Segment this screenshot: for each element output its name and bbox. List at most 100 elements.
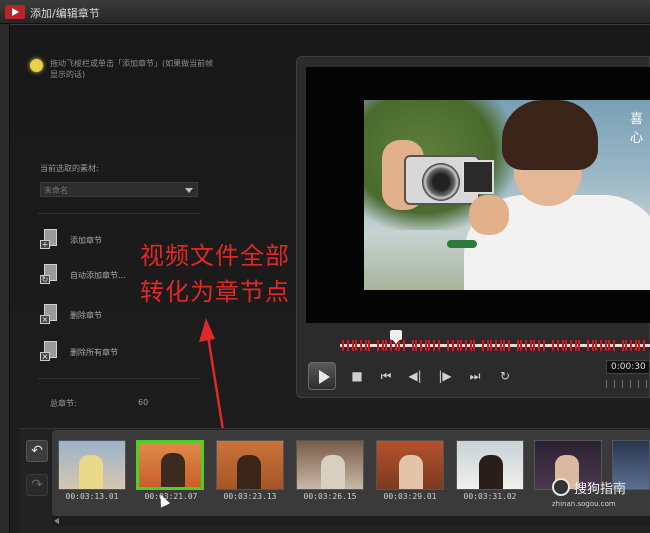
chapter-marker <box>543 340 545 351</box>
chapter-marker <box>643 340 645 351</box>
undo-button[interactable]: ↶ <box>26 440 48 462</box>
delete-chapter-icon: × <box>40 303 62 325</box>
delete-all-chapters-button[interactable]: × 删除所有章节 <box>40 340 190 364</box>
chapter-marker <box>460 340 462 351</box>
chapter-marker <box>503 340 505 351</box>
annotation-arrow-icon <box>199 318 225 431</box>
chapter-time-label: 00:03:21.07 <box>144 492 198 501</box>
chapter-marker <box>587 340 589 351</box>
chapter-marker <box>342 340 344 351</box>
sogou-watermark-url: zhinan.sogou.com <box>552 500 616 508</box>
chapter-marker <box>487 340 489 351</box>
total-chapters-label: 总章节: <box>50 399 77 408</box>
chapter-marker <box>500 340 502 351</box>
chapter-marker <box>425 340 427 351</box>
current-clip-select[interactable]: 未命名 <box>40 182 198 197</box>
chapter-thumbnail[interactable] <box>216 440 284 490</box>
delete-all-chapters-icon: × <box>40 340 62 362</box>
chapter-marker <box>517 340 519 351</box>
chapter-marker <box>575 340 577 351</box>
chapter-marker <box>638 340 640 351</box>
total-chapters-value: 60 <box>138 398 149 407</box>
chapter-marker <box>415 340 417 351</box>
annotation-text-line1: 视频文件全部 <box>140 242 290 270</box>
chapter-marker <box>595 340 597 351</box>
chapter-marker <box>608 340 610 351</box>
divider <box>38 378 200 379</box>
sogou-watermark-name: 搜狗指南 <box>574 482 627 497</box>
horizontal-scrollbar[interactable] <box>52 516 650 526</box>
chapter-marker <box>403 340 405 351</box>
current-clip-label: 当前选取的素材: <box>40 164 99 173</box>
chapter-marker <box>562 340 564 351</box>
chapter-marker <box>533 340 535 351</box>
chapter-marker <box>473 340 475 351</box>
chapter-marker <box>382 340 384 351</box>
chapter-marker <box>428 340 430 351</box>
add-chapter-label: 添加章节 <box>70 236 102 245</box>
chapter-time-label: 00:03:23.13 <box>223 492 277 501</box>
previous-chapter-button[interactable]: ⏮ <box>378 369 394 383</box>
divider <box>38 213 200 214</box>
chapter-thumbnail[interactable] <box>296 440 364 490</box>
delete-all-chapters-label: 删除所有章节 <box>70 348 118 357</box>
step-back-button[interactable]: ◀| <box>407 369 423 383</box>
tip-text: 拖动飞梭栏或单击「添加章节」(如果做当前帧显示的话) <box>50 59 214 79</box>
chapter-marker <box>525 340 527 351</box>
chapter-marker <box>365 340 367 351</box>
chapter-marker <box>570 340 572 351</box>
chapter-marker <box>592 340 594 351</box>
redo-button[interactable]: ↷ <box>26 474 48 496</box>
current-clip-value: 未命名 <box>44 186 68 195</box>
chapter-thumbnail[interactable] <box>136 440 204 490</box>
chapter-time-label: 00:03:26.15 <box>303 492 357 501</box>
chapter-marker <box>385 340 387 351</box>
lightbulb-icon <box>30 59 43 72</box>
repeat-button[interactable]: ↻ <box>497 369 513 383</box>
chapter-marker <box>508 340 510 351</box>
chapter-marker <box>377 340 379 351</box>
chapter-thumbnail[interactable] <box>376 440 444 490</box>
auto-add-chapter-label: 自动添加章节... <box>70 271 126 280</box>
timecode-ticks <box>606 380 650 388</box>
play-button[interactable] <box>308 362 336 390</box>
chapter-thumbnail[interactable] <box>58 440 126 490</box>
chapter-marker <box>520 340 522 351</box>
chapter-marker <box>538 340 540 351</box>
video-frame-image <box>364 100 650 290</box>
playhead-handle-icon[interactable] <box>390 330 402 344</box>
chapter-marker <box>557 340 559 351</box>
chapter-marker <box>605 340 607 351</box>
timecode-display[interactable]: 0:00:30 <box>606 360 650 374</box>
chapter-marker <box>470 340 472 351</box>
chapter-marker <box>565 340 567 351</box>
chapter-marker <box>622 340 624 351</box>
add-chapter-icon: + <box>40 228 62 250</box>
chapter-marker <box>578 340 580 351</box>
chapter-marker <box>600 340 602 351</box>
chapter-marker <box>482 340 484 351</box>
window-title: 添加/编辑章节 <box>30 7 100 20</box>
chapter-marker <box>465 340 467 351</box>
chapter-marker <box>368 340 370 351</box>
sogou-watermark: 搜狗指南 zhinan.sogou.com <box>548 474 650 514</box>
chapter-marker <box>352 340 354 351</box>
window-left-edge <box>0 24 10 533</box>
chapter-marker <box>635 340 637 351</box>
app-logo-icon <box>5 5 25 19</box>
chapter-marker <box>530 340 532 351</box>
scroll-left-arrow-icon[interactable] <box>54 518 59 524</box>
chapter-marker <box>452 340 454 351</box>
chapter-time-label: 00:03:29.01 <box>383 492 437 501</box>
chapter-thumbnail[interactable] <box>456 440 524 490</box>
chapter-timeline[interactable] <box>340 340 650 352</box>
delete-chapter-label: 删除章节 <box>70 311 102 320</box>
next-chapter-button[interactable]: ⏭ <box>467 369 483 383</box>
step-forward-button[interactable]: |▶ <box>437 369 453 383</box>
chapter-marker <box>630 340 632 351</box>
dropdown-caret-icon <box>185 188 193 193</box>
chapter-marker <box>457 340 459 351</box>
chapter-marker <box>412 340 414 351</box>
stop-button[interactable]: ■ <box>349 369 365 383</box>
chapter-marker <box>355 340 357 351</box>
